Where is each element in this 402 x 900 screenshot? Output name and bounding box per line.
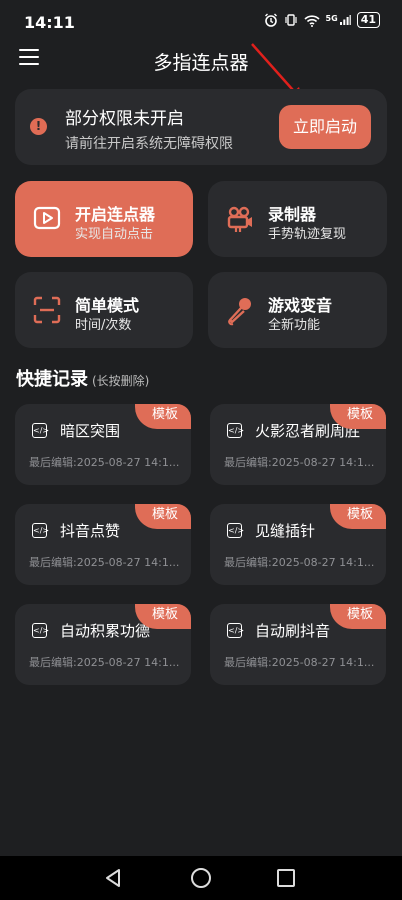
permission-title: 部分权限未开启 [65, 109, 184, 129]
record-title: 自动刷抖音 [255, 622, 331, 640]
scan-icon [33, 296, 61, 324]
record-title: 暗区突围 [60, 422, 121, 440]
section-title-text: 快捷记录 [16, 369, 88, 390]
feature-subtitle: 实现自动点击 [75, 227, 154, 242]
section-title: 快捷记录 (长按删除) [16, 365, 149, 391]
permission-subtitle: 请前往开启系统无障碍权限 [65, 136, 233, 152]
record-time: 最后编辑:2025-08-27 14:1... [224, 656, 374, 669]
play-window-icon [33, 206, 61, 230]
navigation-bar [0, 856, 402, 900]
feature-recorder[interactable]: 录制器 手势轨迹复现 [208, 181, 387, 257]
network-label: 5G [325, 14, 338, 23]
template-badge: 模板 [135, 504, 191, 529]
wifi-icon [303, 14, 320, 27]
status-bar: 14:11 5G 41 [0, 0, 402, 44]
vibrate-icon [284, 14, 297, 26]
record-card[interactable]: </> 见缝插针 最后编辑:2025-08-27 14:1... 模板 [210, 504, 386, 585]
record-card[interactable]: </> 自动刷抖音 最后编辑:2025-08-27 14:1... 模板 [210, 604, 386, 685]
record-title: 自动积累功德 [60, 622, 151, 640]
feature-title: 录制器 [268, 205, 317, 224]
feature-subtitle: 时间/次数 [75, 318, 132, 333]
feature-subtitle: 手势轨迹复现 [268, 227, 347, 242]
section-hint: (长按删除) [92, 374, 150, 388]
feature-voice-changer[interactable]: 游戏变音 全新功能 [208, 272, 387, 348]
start-now-button[interactable]: 立即启动 [279, 105, 371, 149]
alarm-icon [264, 13, 277, 27]
page-title: 多指连点器 [153, 52, 249, 74]
record-title: 见缝插针 [255, 522, 316, 540]
code-icon: </> [32, 523, 49, 538]
template-badge: 模板 [135, 404, 191, 429]
code-icon: </> [227, 523, 244, 538]
battery-icon: 41 [356, 12, 380, 28]
camera-icon [227, 206, 252, 232]
back-icon[interactable] [104, 868, 122, 888]
app-bar: 多指连点器 [0, 44, 402, 78]
record-time: 最后编辑:2025-08-27 14:1... [224, 456, 374, 469]
code-icon: </> [227, 623, 244, 638]
microphone-icon [228, 298, 251, 326]
record-card[interactable]: </> 自动积累功德 最后编辑:2025-08-27 14:1... 模板 [15, 604, 191, 685]
status-time: 14:11 [24, 13, 75, 32]
record-time: 最后编辑:2025-08-27 14:1... [29, 456, 179, 469]
record-time: 最后编辑:2025-08-27 14:1... [224, 556, 374, 569]
permission-card: ! 部分权限未开启 请前往开启系统无障碍权限 立即启动 [15, 89, 387, 165]
record-card[interactable]: </> 火影忍者刷周胜 最后编辑:2025-08-27 14:1... 模板 [210, 404, 386, 485]
record-card[interactable]: </> 暗区突围 最后编辑:2025-08-27 14:1... 模板 [15, 404, 191, 485]
template-badge: 模板 [330, 604, 386, 629]
code-icon: </> [32, 423, 49, 438]
home-icon[interactable] [191, 868, 211, 888]
feature-simple-mode[interactable]: 简单模式 时间/次数 [15, 272, 193, 348]
recent-apps-icon[interactable] [277, 869, 295, 887]
signal-5g-icon: 5G [326, 14, 351, 26]
record-time: 最后编辑:2025-08-27 14:1... [29, 556, 179, 569]
feature-title: 开启连点器 [75, 205, 156, 224]
status-icons: 5G 41 [264, 12, 380, 28]
code-icon: </> [227, 423, 244, 438]
warning-icon: ! [30, 118, 47, 135]
record-time: 最后编辑:2025-08-27 14:1... [29, 656, 179, 669]
code-icon: </> [32, 623, 49, 638]
feature-title: 简单模式 [75, 296, 140, 315]
record-title: 抖音点赞 [60, 522, 121, 540]
feature-subtitle: 全新功能 [268, 318, 321, 333]
record-card[interactable]: </> 抖音点赞 最后编辑:2025-08-27 14:1... 模板 [15, 504, 191, 585]
feature-start-clicker[interactable]: 开启连点器 实现自动点击 [15, 181, 193, 257]
template-badge: 模板 [330, 504, 386, 529]
feature-title: 游戏变音 [268, 296, 333, 315]
